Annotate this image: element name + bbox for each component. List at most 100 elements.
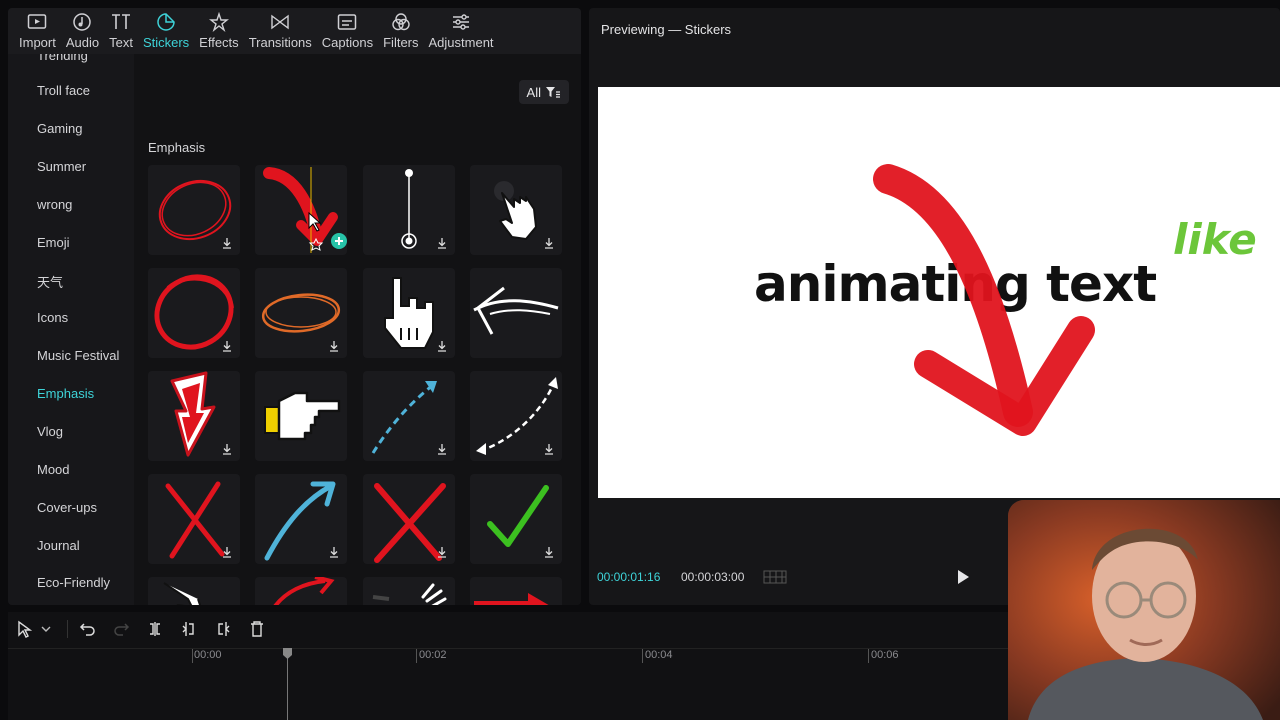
download-icon[interactable]	[437, 547, 447, 558]
effects-icon	[208, 12, 229, 32]
category-mood[interactable]: Mood	[37, 462, 70, 477]
download-icon[interactable]	[437, 341, 447, 352]
tab-audio-label: Audio	[65, 35, 100, 50]
sticker-red-circle-scribble[interactable]	[148, 165, 240, 255]
category-cover-ups[interactable]: Cover-ups	[37, 500, 97, 515]
gray-sticker-icon	[372, 583, 447, 605]
sticker-red-circle-bold[interactable]	[148, 268, 240, 358]
sticker-green-check[interactable]	[470, 474, 562, 564]
sticker-here-banner[interactable]: HERE	[470, 577, 562, 605]
sticker-blue-arrow-up[interactable]	[255, 474, 347, 564]
sticker-red-x[interactable]	[148, 474, 240, 564]
sticker-red-x-bold[interactable]	[363, 474, 455, 564]
category-gaming[interactable]: Gaming	[37, 121, 83, 136]
filter-button[interactable]: All	[518, 80, 569, 104]
tab-filters[interactable]: Filters	[378, 8, 423, 54]
sticker-categories: Trending Troll face Gaming Summer wrong …	[8, 54, 134, 605]
category-trending[interactable]: Trending	[37, 54, 88, 63]
category-music-festival[interactable]: Music Festival	[37, 348, 119, 363]
media-panel: Import Audio Text Stickers Effects Trans…	[8, 8, 581, 605]
timeline-ruler[interactable]	[8, 648, 1008, 649]
category-troll-face[interactable]: Troll face	[37, 83, 90, 98]
preview-title: Previewing — Stickers	[601, 22, 732, 37]
download-icon[interactable]	[329, 547, 339, 558]
tab-stickers[interactable]: Stickers	[138, 8, 194, 54]
filters-icon	[392, 13, 410, 31]
download-icon[interactable]	[222, 238, 232, 249]
sticker-pixel-hand-right[interactable]	[255, 371, 347, 461]
download-icon[interactable]	[544, 238, 554, 249]
download-icon[interactable]	[544, 444, 554, 455]
sticker-gray[interactable]	[363, 577, 455, 605]
download-icon[interactable]	[222, 547, 232, 558]
trim-left-icon[interactable]	[180, 620, 198, 638]
tab-captions-label: Captions	[321, 35, 374, 50]
category-eco-friendly[interactable]: Eco-Friendly	[37, 575, 110, 590]
tab-adjustment-label: Adjustment	[428, 35, 494, 50]
sticker-white-arrow-left[interactable]	[470, 268, 562, 358]
category-emphasis[interactable]: Emphasis	[37, 386, 94, 401]
trim-right-icon[interactable]	[214, 620, 232, 638]
category-summer[interactable]: Summer	[37, 159, 86, 174]
tab-effects-label: Effects	[199, 35, 239, 50]
sticker-hand[interactable]	[148, 577, 240, 605]
tab-stickers-label: Stickers	[142, 35, 190, 50]
category-vlog[interactable]: Vlog	[37, 424, 63, 439]
sticker-white-hand-cursor[interactable]	[470, 165, 562, 255]
filter-icon	[546, 87, 560, 98]
tab-text-label: Text	[109, 35, 133, 50]
red-curve-arrow-icon	[273, 577, 335, 605]
tab-import[interactable]: Import	[14, 8, 61, 54]
playhead-handle[interactable]	[282, 647, 293, 660]
frame-grid-icon[interactable]	[763, 570, 787, 584]
delete-icon[interactable]	[248, 620, 266, 638]
download-icon[interactable]	[222, 444, 232, 455]
undo-icon[interactable]	[79, 620, 97, 638]
current-timecode: 00:00:01:16	[597, 570, 661, 584]
category-journal[interactable]: Journal	[37, 538, 80, 553]
white-arrow-left-icon	[473, 286, 559, 335]
section-title: Emphasis	[148, 140, 206, 155]
tick-mark	[416, 649, 417, 663]
category-wrong[interactable]: wrong	[37, 197, 72, 212]
tick-mark	[642, 649, 643, 663]
preview-canvas[interactable]: animating text like	[598, 87, 1280, 498]
webcam-overlay	[1008, 500, 1280, 720]
stickers-icon	[157, 13, 175, 31]
import-icon	[28, 14, 47, 29]
sticker-red-curve-arrow[interactable]	[255, 577, 347, 605]
play-icon[interactable]	[956, 569, 970, 585]
download-icon[interactable]	[437, 444, 447, 455]
tab-adjustment[interactable]: Adjustment	[424, 8, 499, 54]
split-icon[interactable]	[146, 620, 164, 638]
sticker-red-arrow-down[interactable]	[255, 165, 347, 255]
tab-captions[interactable]: Captions	[317, 8, 378, 54]
tick-mark	[868, 649, 869, 663]
category-emoji[interactable]: Emoji	[37, 235, 70, 250]
tab-effects[interactable]: Effects	[194, 8, 244, 54]
download-icon[interactable]	[222, 341, 232, 352]
download-icon[interactable]	[329, 341, 339, 352]
tab-import-label: Import	[19, 35, 56, 50]
sticker-blue-dashed-arrow[interactable]	[363, 371, 455, 461]
hand-sticker-icon	[163, 582, 202, 605]
sticker-white-dashed-arrow[interactable]	[470, 371, 562, 461]
sticker-pixel-hand-pointer[interactable]	[363, 268, 455, 358]
sticker-red-down-arrow-badge[interactable]	[148, 371, 240, 461]
download-icon[interactable]	[437, 238, 447, 249]
red-arrow-down-icon	[263, 167, 347, 253]
sticker-pin-line[interactable]	[363, 165, 455, 255]
toolbar-divider	[67, 620, 68, 638]
tab-text[interactable]: Text	[104, 8, 138, 54]
select-cursor-icon[interactable]	[16, 620, 34, 638]
tab-filters-label: Filters	[383, 35, 419, 50]
chevron-down-icon[interactable]	[40, 620, 52, 638]
person-image	[1008, 500, 1280, 720]
category-weather[interactable]: 天气	[37, 272, 63, 291]
category-icons[interactable]: Icons	[37, 310, 68, 325]
tick-label-3: 00:06	[871, 649, 899, 661]
tab-audio[interactable]: Audio	[61, 8, 104, 54]
tab-transitions[interactable]: Transitions	[244, 8, 317, 54]
download-icon[interactable]	[544, 547, 554, 558]
sticker-orange-oval[interactable]	[255, 268, 347, 358]
